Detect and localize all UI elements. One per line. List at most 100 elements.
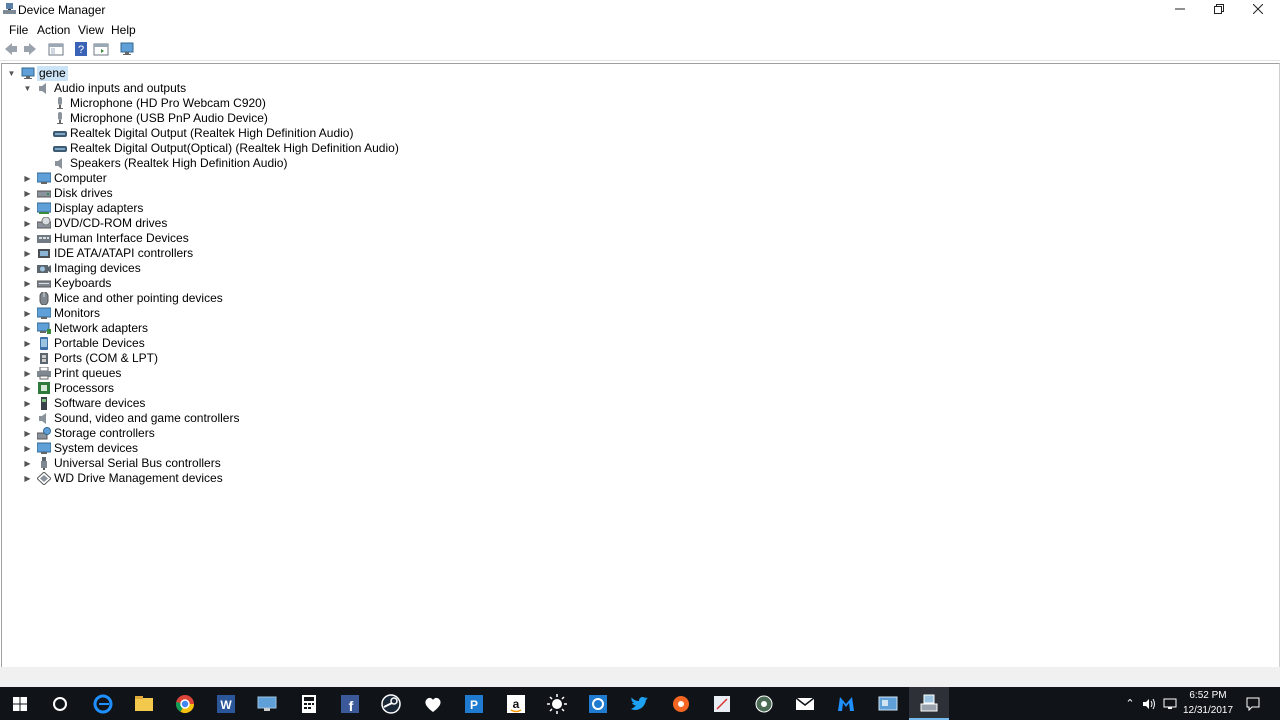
expand-chevron-icon[interactable]: ▶ (23, 246, 32, 261)
media-app-icon[interactable] (752, 692, 776, 716)
scan-hardware-icon[interactable] (119, 41, 135, 57)
edge-icon[interactable] (91, 692, 115, 716)
malwarebytes-icon[interactable] (834, 692, 858, 716)
close-button[interactable] (1235, 0, 1280, 20)
calculator-icon[interactable] (297, 692, 321, 716)
tree-category[interactable]: ▶ Disk drives (2, 186, 402, 201)
steam-icon[interactable] (379, 692, 403, 716)
tree-category[interactable]: ▶ Ports (COM & LPT) (2, 351, 402, 366)
device-manager-taskbar-icon[interactable] (917, 692, 941, 716)
help-icon[interactable]: ? (73, 41, 89, 57)
control-panel-icon[interactable] (876, 692, 900, 716)
clock-time[interactable]: 6:52 PM (1180, 690, 1236, 701)
tree-category[interactable]: ▶ Mice and other pointing devices (2, 291, 402, 306)
network-icon[interactable] (1163, 697, 1177, 711)
tree-category[interactable]: ▶ WD Drive Management devices (2, 471, 402, 486)
app-tile-icon[interactable] (586, 692, 610, 716)
menu-file[interactable]: File (9, 22, 28, 38)
expand-chevron-icon[interactable]: ▶ (23, 426, 32, 441)
remote-desktop-icon[interactable] (255, 692, 279, 716)
expand-chevron-icon[interactable]: ▶ (23, 261, 32, 276)
expand-chevron-icon[interactable]: ▶ (23, 186, 32, 201)
microphone-icon (57, 97, 63, 109)
tree-category-audio[interactable]: ▼ Audio inputs and outputs (2, 81, 402, 96)
camera-icon (37, 265, 51, 273)
facebook-icon[interactable]: f (338, 692, 362, 716)
properties-icon[interactable] (93, 41, 109, 57)
orange-app-icon[interactable] (669, 692, 693, 716)
tree-category[interactable]: ▶ Print queues (2, 366, 402, 381)
action-center-icon[interactable] (1246, 697, 1260, 711)
chevron-up-icon[interactable]: ⌃ (1123, 697, 1137, 711)
iheartradio-icon[interactable] (421, 692, 445, 716)
tree-device[interactable]: Realtek Digital Output (Realtek High Def… (2, 126, 402, 141)
expand-chevron-icon[interactable]: ▶ (23, 471, 32, 486)
pandora-icon[interactable]: P (462, 692, 486, 716)
weather-sun-icon[interactable] (545, 692, 569, 716)
collapse-chevron-icon[interactable]: ▼ (23, 81, 32, 96)
expand-chevron-icon[interactable]: ▶ (23, 306, 32, 321)
volume-icon[interactable] (1142, 697, 1156, 711)
tree-category[interactable]: ▶ Network adapters (2, 321, 402, 336)
tree-category[interactable]: ▶ Display adapters (2, 201, 402, 216)
tree-category[interactable]: ▶ Imaging devices (2, 261, 402, 276)
expand-chevron-icon[interactable]: ▶ (23, 231, 32, 246)
expand-chevron-icon[interactable]: ▶ (23, 381, 32, 396)
expand-chevron-icon[interactable]: ▶ (23, 441, 32, 456)
tree-root[interactable]: ▼ gene (2, 66, 402, 81)
expand-chevron-icon[interactable]: ▶ (23, 321, 32, 336)
tree-device[interactable]: Speakers (Realtek High Definition Audio) (2, 156, 402, 171)
mail-icon[interactable] (793, 692, 817, 716)
windows-start-icon[interactable] (8, 692, 32, 716)
tree-category[interactable]: ▶ Monitors (2, 306, 402, 321)
menu-action[interactable]: Action (37, 22, 70, 38)
expand-chevron-icon[interactable]: ▶ (23, 216, 32, 231)
collapse-chevron-icon[interactable]: ▼ (7, 66, 16, 81)
tree-category[interactable]: ▶ DVD/CD-ROM drives (2, 216, 402, 231)
device-tree: ▼ gene ▼ Audio inputs and outputs Microp… (1, 63, 1280, 668)
expand-chevron-icon[interactable]: ▶ (23, 456, 32, 471)
tree-category[interactable]: ▶ Keyboards (2, 276, 402, 291)
expand-chevron-icon[interactable]: ▶ (23, 276, 32, 291)
chrome-icon[interactable] (173, 692, 197, 716)
expand-chevron-icon[interactable]: ▶ (23, 291, 32, 306)
expand-chevron-icon[interactable]: ▶ (23, 366, 32, 381)
tree-device[interactable]: Microphone (HD Pro Webcam C920) (2, 96, 402, 111)
tree-category[interactable]: ▶ Processors (2, 381, 402, 396)
expand-chevron-icon[interactable]: ▶ (23, 171, 32, 186)
speaker-icon (39, 413, 46, 424)
file-explorer-icon[interactable] (132, 692, 156, 716)
expand-chevron-icon[interactable]: ▶ (23, 201, 32, 216)
tree-category[interactable]: ▶ Computer (2, 171, 402, 186)
expand-chevron-icon[interactable]: ▶ (23, 396, 32, 411)
tree-category[interactable]: ▶ IDE ATA/ATAPI controllers (2, 246, 402, 261)
back-arrow-icon[interactable] (3, 41, 19, 57)
category-label: Computer (54, 171, 107, 185)
show-hide-console-tree-icon[interactable] (48, 41, 64, 57)
tree-device[interactable]: Realtek Digital Output(Optical) (Realtek… (2, 141, 402, 156)
digital-output-icon (53, 146, 67, 152)
tree-device[interactable]: Microphone (USB PnP Audio Device) (2, 111, 402, 126)
cortana-icon[interactable] (48, 692, 72, 716)
twitter-icon[interactable] (627, 692, 651, 716)
expand-chevron-icon[interactable]: ▶ (23, 411, 32, 426)
computer-icon (21, 67, 35, 79)
snipping-tool-icon[interactable] (710, 692, 734, 716)
tree-category[interactable]: ▶ Storage controllers (2, 426, 402, 441)
speaker-icon (55, 158, 62, 169)
expand-chevron-icon[interactable]: ▶ (23, 351, 32, 366)
menu-view[interactable]: View (78, 22, 104, 38)
expand-chevron-icon[interactable]: ▶ (23, 336, 32, 351)
tree-category[interactable]: ▶ Sound, video and game controllers (2, 411, 402, 426)
forward-arrow-icon[interactable] (22, 41, 38, 57)
tree-category[interactable]: ▶ Human Interface Devices (2, 231, 402, 246)
word-icon[interactable]: W (214, 692, 238, 716)
tree-category[interactable]: ▶ System devices (2, 441, 402, 456)
menu-help[interactable]: Help (111, 22, 136, 38)
tree-category[interactable]: ▶ Portable Devices (2, 336, 402, 351)
tree-category[interactable]: ▶ Universal Serial Bus controllers (2, 456, 402, 471)
clock-date[interactable]: 12/31/2017 (1180, 705, 1236, 716)
amazon-icon[interactable]: a (504, 692, 528, 716)
tree-category[interactable]: ▶ Software devices (2, 396, 402, 411)
toolbar: ? (0, 38, 1280, 61)
